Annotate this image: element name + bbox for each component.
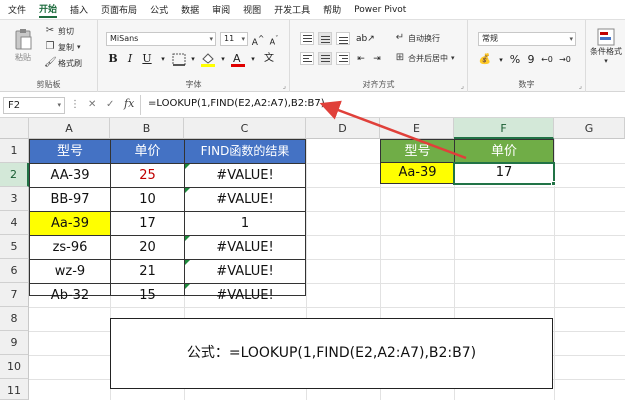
annotation-arrow	[319, 100, 467, 160]
excel-window: 文件 开始 插入 页面布局 公式 数据 审阅 视图 开发工具 帮助 Power …	[0, 0, 625, 400]
